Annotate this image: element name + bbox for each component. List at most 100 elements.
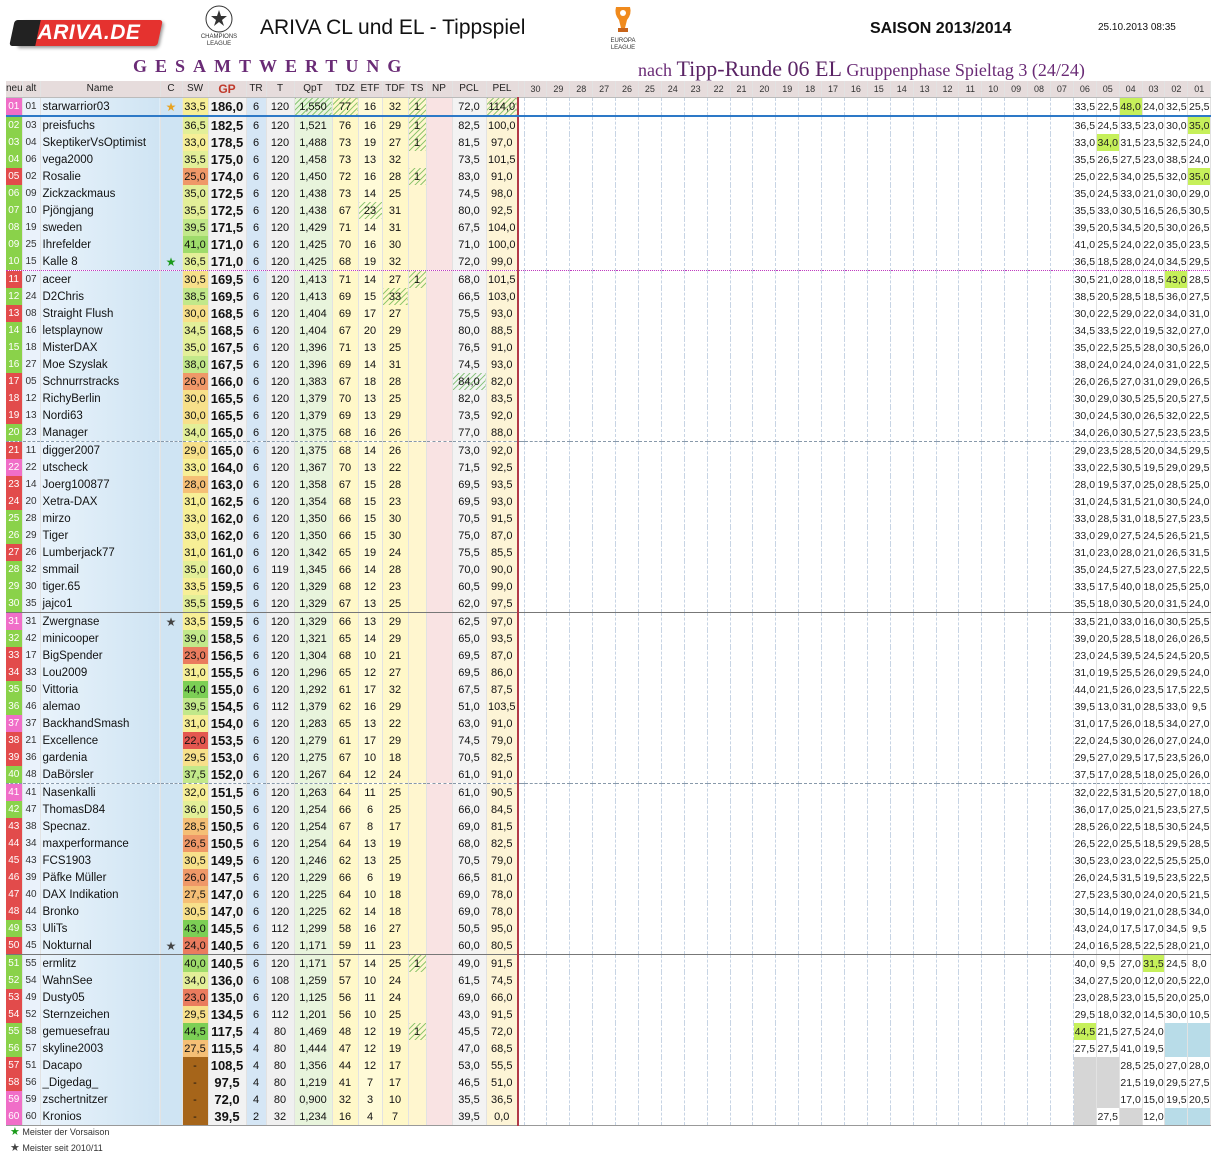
player-name[interactable]: Manager xyxy=(40,424,161,442)
player-name[interactable]: utscheck xyxy=(40,459,161,476)
player-name[interactable]: Lumberjack77 xyxy=(40,544,161,561)
player-name[interactable]: Päfke Müller xyxy=(40,869,161,886)
player-name[interactable]: Rosalie xyxy=(40,168,161,185)
empty-week-cell xyxy=(615,647,639,664)
player-name[interactable]: alemao xyxy=(40,698,161,715)
punkte-cl: 66,0 xyxy=(452,801,487,818)
week-score-04: 30,5 xyxy=(1119,459,1143,476)
empty-week-cell xyxy=(981,1091,1006,1108)
week-score-01: 26,5 xyxy=(1187,373,1212,390)
player-name[interactable]: Zickzackmaus xyxy=(40,185,161,202)
player-name[interactable]: skyline2003 xyxy=(40,1040,161,1057)
player-name[interactable]: mirzo xyxy=(40,510,161,527)
player-name[interactable]: Specnaz. xyxy=(40,818,161,835)
player-name[interactable]: ermlitz xyxy=(40,954,161,972)
player-name[interactable]: maxperformance xyxy=(40,835,161,852)
saisonwert: 35,5 xyxy=(182,595,209,613)
empty-week-cell xyxy=(958,270,983,288)
player-name[interactable]: DaBörsler xyxy=(40,766,161,784)
empty-week-cell xyxy=(958,441,983,459)
player-name[interactable]: SkeptikerVsOptimist xyxy=(40,134,161,151)
player-name[interactable]: tiger.65 xyxy=(40,578,161,595)
player-name[interactable]: sweden xyxy=(40,219,161,236)
empty-week-cell xyxy=(569,698,594,715)
player-name[interactable]: gemuesefrau xyxy=(40,1023,161,1040)
empty-week-cell xyxy=(1050,1023,1074,1040)
week-score-02: 27,5 xyxy=(1164,561,1189,578)
player-name[interactable]: DAX Indikation xyxy=(40,886,161,903)
player-name[interactable]: gardenia xyxy=(40,749,161,766)
player-name[interactable]: Vittoria xyxy=(40,681,161,698)
player-name[interactable]: Nordi63 xyxy=(40,407,161,424)
player-name[interactable]: Moe Szyslak xyxy=(40,356,161,373)
player-name[interactable]: Ihrefelder xyxy=(40,236,161,253)
champion-cell xyxy=(160,202,183,219)
empty-week-cell xyxy=(592,595,617,613)
player-name[interactable]: UliTs xyxy=(40,920,161,937)
tdf-value: 24 xyxy=(382,989,409,1006)
player-name[interactable]: Sternzeichen xyxy=(40,1006,161,1023)
empty-week-cell xyxy=(867,373,891,390)
player-name[interactable]: Lou2009 xyxy=(40,664,161,681)
player-name[interactable]: BigSpender xyxy=(40,647,161,664)
etf-value: 14 xyxy=(358,441,383,459)
empty-week-cell xyxy=(798,698,823,715)
empty-week-cell xyxy=(661,1074,685,1091)
player-name[interactable]: D2Chris xyxy=(40,288,161,305)
player-name[interactable]: FCS1903 xyxy=(40,852,161,869)
player-name[interactable]: Straight Flush xyxy=(40,305,161,322)
player-name[interactable]: Bronko xyxy=(40,903,161,920)
player-name[interactable]: Kalle 8 xyxy=(40,253,161,271)
empty-week-cell xyxy=(524,134,548,151)
player-name[interactable]: starwarrior03 xyxy=(40,97,161,117)
player-name[interactable]: RichyBerlin xyxy=(40,390,161,407)
ts-value xyxy=(408,766,427,784)
player-name[interactable]: minicooper xyxy=(40,630,161,647)
player-name[interactable]: Dusty05 xyxy=(40,989,161,1006)
player-name[interactable]: WahnSee xyxy=(40,972,161,989)
empty-week-cell xyxy=(844,664,868,681)
table-row: 27 26 Lumberjack77 31,0 161,0 6 120 1,342 65 19 24… xyxy=(6,544,1212,561)
player-name[interactable]: Tiger xyxy=(40,527,161,544)
player-name[interactable]: Nasenkalli xyxy=(40,783,161,801)
player-name[interactable]: zschertnitzer xyxy=(40,1091,161,1108)
week-score-05: 24,5 xyxy=(1096,869,1120,886)
player-name[interactable]: Excellence xyxy=(40,732,161,749)
player-name[interactable]: BackhandSmash xyxy=(40,715,161,732)
player-name[interactable]: _Digedag_ xyxy=(40,1074,161,1091)
player-name[interactable]: jajco1 xyxy=(40,595,161,613)
empty-week-cell xyxy=(752,595,777,613)
player-name[interactable]: Zwergnase xyxy=(40,612,161,630)
tipps: 120 xyxy=(266,288,295,305)
empty-week-cell xyxy=(1050,202,1074,219)
empty-week-cell xyxy=(524,1023,548,1040)
quote-pro-tipp: 1,329 xyxy=(294,595,333,613)
player-name[interactable]: Nokturnal xyxy=(40,937,161,955)
player-name[interactable]: Pjöngjang xyxy=(40,202,161,219)
empty-week-cell xyxy=(821,356,845,373)
empty-week-cell xyxy=(684,937,708,955)
empty-week-cell xyxy=(958,681,983,698)
player-name[interactable]: aceer xyxy=(40,270,161,288)
empty-week-cell xyxy=(752,801,777,818)
player-name[interactable]: ThomasD84 xyxy=(40,801,161,818)
player-name[interactable]: Dacapo xyxy=(40,1057,161,1074)
player-name[interactable]: smmail xyxy=(40,561,161,578)
player-name[interactable]: Schnurrstracks xyxy=(40,373,161,390)
week-score-04: 30,0 xyxy=(1119,407,1143,424)
player-name[interactable]: digger2007 xyxy=(40,441,161,459)
empty-week-cell xyxy=(684,459,708,476)
empty-week-cell xyxy=(661,493,685,510)
saisonwert: 27,5 xyxy=(182,1040,209,1057)
player-name[interactable]: MisterDAX xyxy=(40,339,161,356)
player-name[interactable]: Xetra-DAX xyxy=(40,493,161,510)
empty-week-cell xyxy=(1050,168,1074,185)
player-name[interactable]: preisfuchs xyxy=(40,116,161,134)
player-name[interactable]: vega2000 xyxy=(40,151,161,168)
player-name[interactable]: letsplaynow xyxy=(40,322,161,339)
empty-week-cell xyxy=(569,578,594,595)
tipprunden: 6 xyxy=(246,510,267,527)
ariva-logo[interactable]: ARIVA.DE xyxy=(9,20,163,46)
player-name[interactable]: Joerg100877 xyxy=(40,476,161,493)
player-name[interactable]: Kronios xyxy=(40,1108,161,1126)
